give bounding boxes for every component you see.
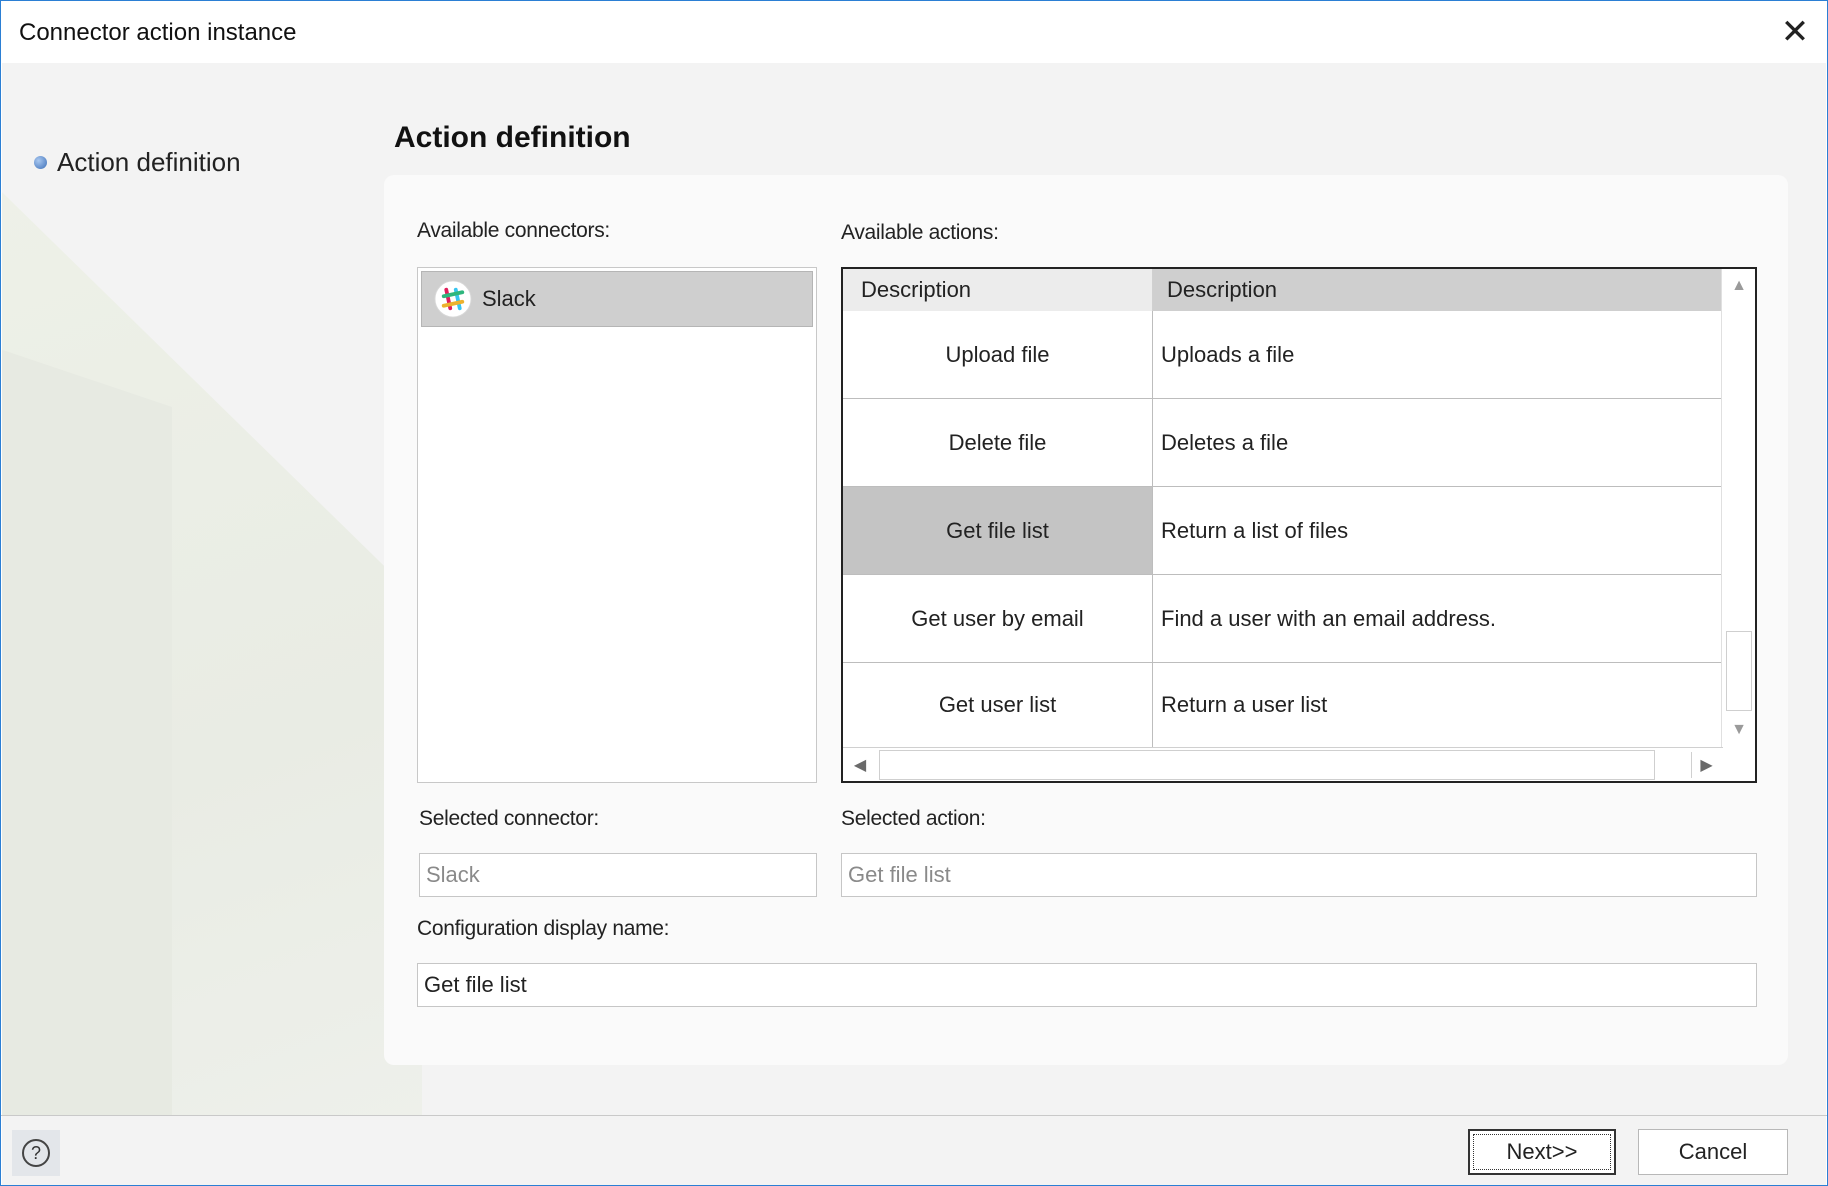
table-row[interactable]: Get user by email Find a user with an em…: [843, 575, 1723, 663]
table-row[interactable]: Get user list Return a user list: [843, 663, 1723, 747]
grid-header: Description Description: [843, 269, 1723, 311]
config-display-name-label: Configuration display name:: [417, 917, 670, 940]
grid-body: Upload file Uploads a file Delete file D…: [843, 311, 1723, 747]
table-row[interactable]: Upload file Uploads a file: [843, 311, 1723, 399]
action-description-cell: Return a list of files: [1161, 517, 1349, 543]
nav-step-action-definition[interactable]: Action definition: [34, 147, 241, 178]
connector-name: Slack: [482, 286, 536, 311]
horizontal-scroll-thumb[interactable]: [879, 750, 1655, 780]
action-description-cell: Deletes a file: [1161, 429, 1289, 455]
help-button[interactable]: ?: [12, 1130, 60, 1176]
actions-grid[interactable]: Description Description Upload file Uplo…: [841, 267, 1757, 783]
window-title: Connector action instance: [19, 19, 297, 46]
column-header-name[interactable]: Description: [843, 269, 1153, 311]
selected-connector-label: Selected connector:: [419, 807, 599, 830]
table-row[interactable]: Delete file Deletes a file: [843, 399, 1723, 487]
dialog-window: Connector action instance ✕ Action defin…: [0, 0, 1828, 1186]
page-title: Action definition: [394, 121, 631, 154]
selected-connector-field[interactable]: [419, 853, 817, 897]
slack-icon: [434, 280, 472, 318]
selected-action-field[interactable]: [841, 853, 1757, 897]
close-icon: ✕: [1780, 13, 1810, 51]
scroll-left-arrow-icon[interactable]: ◀: [845, 752, 875, 778]
vertical-scroll-thumb[interactable]: [1726, 631, 1752, 711]
step-bullet-icon: [34, 156, 47, 169]
scroll-up-arrow-icon[interactable]: ▲: [1726, 271, 1752, 301]
connector-item-slack[interactable]: Slack: [421, 271, 813, 327]
action-description-cell: Uploads a file: [1161, 341, 1295, 367]
connectors-list[interactable]: Slack: [417, 267, 817, 783]
table-row-selected[interactable]: Get file list Return a list of files: [843, 487, 1723, 575]
action-name-cell: Get user by email: [843, 575, 1153, 662]
background-decoration-2: [2, 343, 172, 1115]
column-header-description[interactable]: Description: [1153, 269, 1723, 311]
action-description-cell: Find a user with an email address.: [1161, 605, 1497, 631]
action-name-cell: Upload file: [843, 311, 1153, 398]
available-actions-label: Available actions:: [841, 221, 999, 244]
config-display-name-input[interactable]: [417, 963, 1757, 1007]
selected-action-label: Selected action:: [841, 807, 986, 830]
title-bar: Connector action instance ✕: [1, 1, 1827, 63]
help-icon: ?: [22, 1139, 50, 1167]
action-name-cell: Get file list: [843, 487, 1153, 574]
next-button[interactable]: Next>>: [1468, 1129, 1616, 1175]
nav-step-label: Action definition: [57, 147, 241, 177]
available-connectors-label: Available connectors:: [417, 219, 610, 242]
close-button[interactable]: ✕: [1773, 11, 1817, 53]
dialog-footer: ? Next>> Cancel: [2, 1116, 1826, 1185]
cancel-button[interactable]: Cancel: [1638, 1129, 1788, 1175]
horizontal-scrollbar[interactable]: ◀ ▶: [843, 747, 1723, 781]
scroll-right-arrow-icon[interactable]: ▶: [1691, 752, 1721, 778]
scroll-down-arrow-icon[interactable]: ▼: [1726, 715, 1752, 745]
action-name-cell: Get user list: [843, 663, 1153, 747]
action-description-cell: Return a user list: [1161, 692, 1328, 717]
vertical-scrollbar[interactable]: ▲ ▼: [1721, 269, 1755, 747]
action-name-cell: Delete file: [843, 399, 1153, 486]
